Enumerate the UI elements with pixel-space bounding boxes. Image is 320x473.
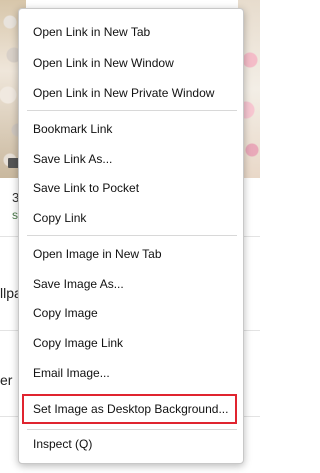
menu-item-label: Save Link As...: [33, 152, 113, 166]
menu-item-label: Save Link to Pocket: [33, 181, 140, 195]
menu-item-label: Bookmark Link: [33, 122, 113, 136]
menu-item-save-link-as[interactable]: Save Link As...: [19, 146, 243, 172]
menu-item-label: Copy Image Link: [33, 336, 124, 350]
highlight-box: [22, 394, 237, 424]
menu-item-email-image[interactable]: Email Image...: [19, 360, 243, 386]
menu-item-bookmark-link[interactable]: Bookmark Link: [19, 116, 243, 142]
menu-item-copy-image-link[interactable]: Copy Image Link: [19, 330, 243, 356]
menu-item-open-image-new-tab[interactable]: Open Image in New Tab: [19, 241, 243, 267]
menu-item-label: Open Image in New Tab: [33, 247, 162, 261]
menu-item-open-link-new-tab[interactable]: Open Link in New Tab: [19, 19, 243, 45]
screen: 3 sl llpa er Open Link in New Tab Open L…: [0, 0, 260, 473]
background-divider: [243, 236, 260, 237]
menu-item-label: Open Link in New Private Window: [33, 86, 215, 100]
menu-item-label: Open Link in New Window: [33, 56, 174, 70]
menu-separator: [27, 110, 237, 111]
menu-item-copy-link[interactable]: Copy Link: [19, 205, 243, 231]
menu-item-inspect[interactable]: Inspect (Q): [19, 431, 243, 457]
menu-item-save-link-to-pocket[interactable]: Save Link to Pocket: [19, 175, 243, 201]
menu-item-label: Open Link in New Tab: [33, 25, 151, 39]
menu-separator: [27, 235, 237, 236]
menu-item-open-link-new-window[interactable]: Open Link in New Window: [19, 50, 243, 76]
menu-item-save-image-as[interactable]: Save Image As...: [19, 271, 243, 297]
menu-item-label: Save Image As...: [33, 277, 124, 291]
background-text: er: [0, 372, 13, 388]
menu-item-open-link-private-window[interactable]: Open Link in New Private Window: [19, 80, 243, 106]
menu-separator: [27, 429, 237, 430]
background-divider: [243, 416, 260, 417]
menu-item-label: Email Image...: [33, 366, 110, 380]
menu-item-label: Copy Link: [33, 211, 87, 225]
menu-item-label: Copy Image: [33, 306, 98, 320]
menu-item-label: Inspect (Q): [33, 437, 93, 451]
menu-item-copy-image[interactable]: Copy Image: [19, 300, 243, 326]
background-divider: [243, 330, 260, 331]
context-menu: Open Link in New Tab Open Link in New Wi…: [18, 8, 244, 464]
